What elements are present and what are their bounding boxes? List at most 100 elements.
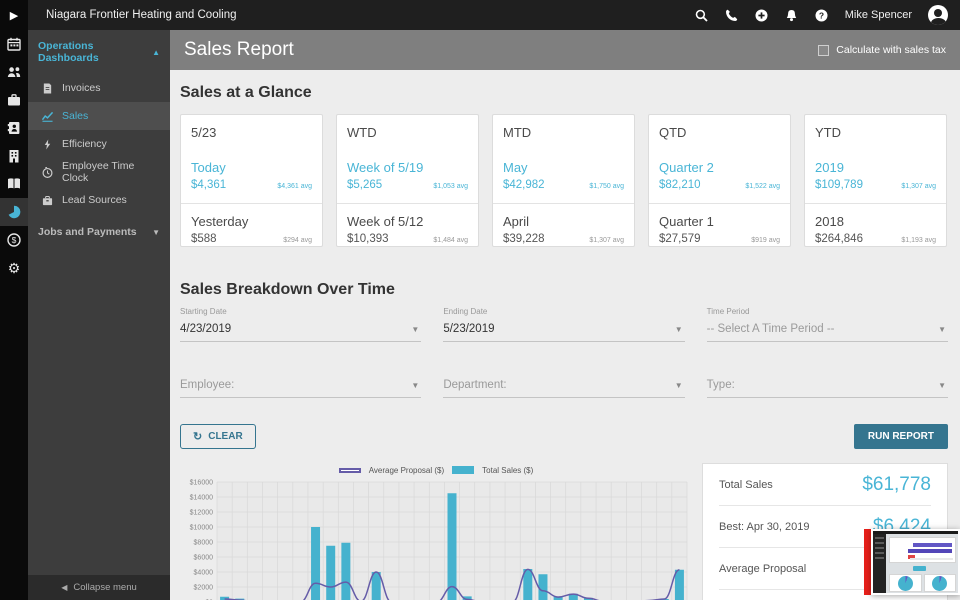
item-label: Employee Time Clock [62, 160, 135, 184]
current-label: Today [191, 160, 226, 175]
sidebar-item-efficiency[interactable]: Efficiency [28, 130, 170, 158]
item-label: Efficiency [62, 138, 107, 150]
sidebar-menu: Operations Dashboards ▲ Invoices Sales E… [28, 30, 170, 575]
current-label: Quarter 2 [659, 160, 714, 175]
type-select[interactable]: Type: ▼ [706, 375, 948, 398]
current-label: 2019 [815, 160, 844, 175]
stat-label: Best: Apr 30, 2019 [719, 520, 810, 533]
field-value: 5/23/2019 [443, 323, 495, 335]
glance-title: Sales at a Glance [180, 84, 312, 101]
legend-line-label: Average Proposal ($) [368, 465, 445, 475]
current-avg: $1,522 avg [745, 183, 780, 190]
previous-value: $39,228 [503, 233, 545, 245]
user-name[interactable]: Mike Spencer [845, 9, 912, 21]
glance-card-qtd: QTD Quarter 2 $82,210 $1,522 avg Quarter … [648, 114, 791, 247]
y-tick-label: $2000 [194, 584, 214, 591]
sidebar-item-employee-time-clock[interactable]: Employee Time Clock [28, 158, 170, 186]
previous-label: Week of 5/12 [347, 214, 424, 229]
stat-total-sales: Total Sales $61,778 [719, 464, 931, 506]
field-label: Starting Date [180, 307, 227, 316]
sidebar-item-lead-sources[interactable]: Lead Sources [28, 186, 170, 214]
pie-chart-icon[interactable] [0, 198, 28, 226]
help-icon[interactable]: ? [815, 8, 829, 22]
field-label: Time Period [706, 307, 750, 316]
sales-tax-toggle[interactable]: Calculate with sales tax [818, 44, 946, 56]
page-title: Sales Report [184, 39, 294, 60]
sales-chart-icon [42, 111, 53, 122]
y-tick-label: $12000 [190, 509, 213, 516]
sidebar-item-invoices[interactable]: Invoices [28, 74, 170, 102]
plus-circle-icon[interactable] [755, 8, 769, 22]
chevron-down-icon: ▼ [674, 324, 683, 334]
collapse-icon: ◀ [61, 583, 68, 592]
y-tick-label: $4000 [194, 569, 214, 576]
sidebar-section-jobs-and-payments[interactable]: Jobs and Payments ▼ [28, 216, 170, 248]
previous-avg: $1,484 avg [433, 237, 468, 244]
current-avg: $1,307 avg [901, 183, 936, 190]
legend-line-swatch [338, 467, 361, 473]
bell-icon[interactable] [785, 8, 799, 22]
screen-preview-overlay[interactable] [864, 529, 960, 595]
run-report-button[interactable]: RUN REPORT [853, 424, 948, 449]
address-book-icon[interactable] [0, 114, 28, 142]
briefcase-icon[interactable] [0, 86, 28, 114]
top-bar: Niagara Frontier Heating and Cooling ? M… [28, 0, 960, 30]
field-value: -- Select A Time Period -- [706, 323, 835, 335]
time-period-select[interactable]: -- Select A Time Period -- ▼ [706, 319, 948, 342]
chevron-down-icon: ▼ [411, 324, 420, 334]
sales-tax-label: Calculate with sales tax [836, 44, 946, 56]
starting-date-field: Starting Date 4/23/2019 ▼ [180, 307, 422, 342]
gear-icon[interactable]: ⚙ [0, 254, 28, 282]
previous-value: $10,393 [347, 233, 389, 245]
calendar-icon[interactable] [0, 30, 28, 58]
dollar-circle-icon[interactable]: $ [0, 226, 28, 254]
current-label: May [503, 160, 528, 175]
sales-tax-checkbox[interactable] [818, 44, 830, 56]
svg-text:$: $ [12, 235, 17, 245]
building-icon[interactable] [0, 142, 28, 170]
users-icon[interactable] [0, 58, 28, 86]
expand-sidebar-icon[interactable]: ▶ [0, 0, 28, 30]
card-period: MTD [503, 125, 532, 140]
chart-legend: Average Proposal ($) Total Sales ($) [180, 463, 692, 477]
previous-label: Quarter 1 [659, 214, 714, 229]
collapse-menu-button[interactable]: ◀ Collapse menu [28, 575, 170, 600]
avatar[interactable] [928, 5, 948, 25]
ending-date-select[interactable]: 5/23/2019 ▼ [443, 319, 685, 342]
clear-button[interactable]: ↻ CLEAR [180, 424, 256, 449]
breakdown-actions: ↻ CLEAR RUN REPORT [180, 424, 948, 449]
field-value: 4/23/2019 [180, 323, 232, 335]
overlay-thumbnail[interactable] [871, 529, 960, 595]
stat-value: $61,778 [862, 473, 931, 495]
previous-value: $264,846 [815, 233, 863, 245]
bolt-icon [44, 138, 51, 150]
field-placeholder: Department: [443, 379, 507, 391]
legend-bar-label: Total Sales ($) [482, 465, 534, 475]
y-tick-label: $14000 [190, 494, 213, 501]
sidebar-item-sales[interactable]: Sales [28, 102, 170, 130]
icon-rail: ▶ $ ⚙ [0, 0, 28, 600]
current-value: $42,982 [503, 179, 545, 191]
overlay-red-bar [864, 529, 871, 595]
employee-select[interactable]: Employee: ▼ [180, 375, 422, 398]
sidebar-section-operations-dashboards[interactable]: Operations Dashboards ▲ [28, 30, 170, 74]
phone-icon[interactable] [725, 8, 739, 22]
previous-label: April [503, 214, 530, 229]
card-period: QTD [659, 125, 687, 140]
total-sales-bar [341, 542, 351, 600]
glance-card-ytd: YTD 2019 $109,789 $1,307 avg 2018 $264,84… [804, 114, 947, 247]
collapse-label: Collapse menu [73, 582, 137, 593]
card-period: 5/23 [191, 125, 217, 140]
item-label: Lead Sources [62, 194, 127, 206]
book-icon[interactable] [0, 170, 28, 198]
field-label: Ending Date [443, 307, 488, 316]
employee-field: Employee: ▼ [180, 372, 422, 398]
current-value: $4,361 [191, 179, 227, 191]
starting-date-select[interactable]: 4/23/2019 ▼ [180, 319, 422, 342]
search-icon[interactable] [695, 8, 709, 22]
department-select[interactable]: Department: ▼ [443, 375, 685, 398]
y-tick-label: $16000 [190, 479, 213, 486]
current-label: Week of 5/19 [347, 160, 424, 175]
total-sales-bar [447, 493, 457, 600]
current-value: $82,210 [659, 179, 701, 191]
